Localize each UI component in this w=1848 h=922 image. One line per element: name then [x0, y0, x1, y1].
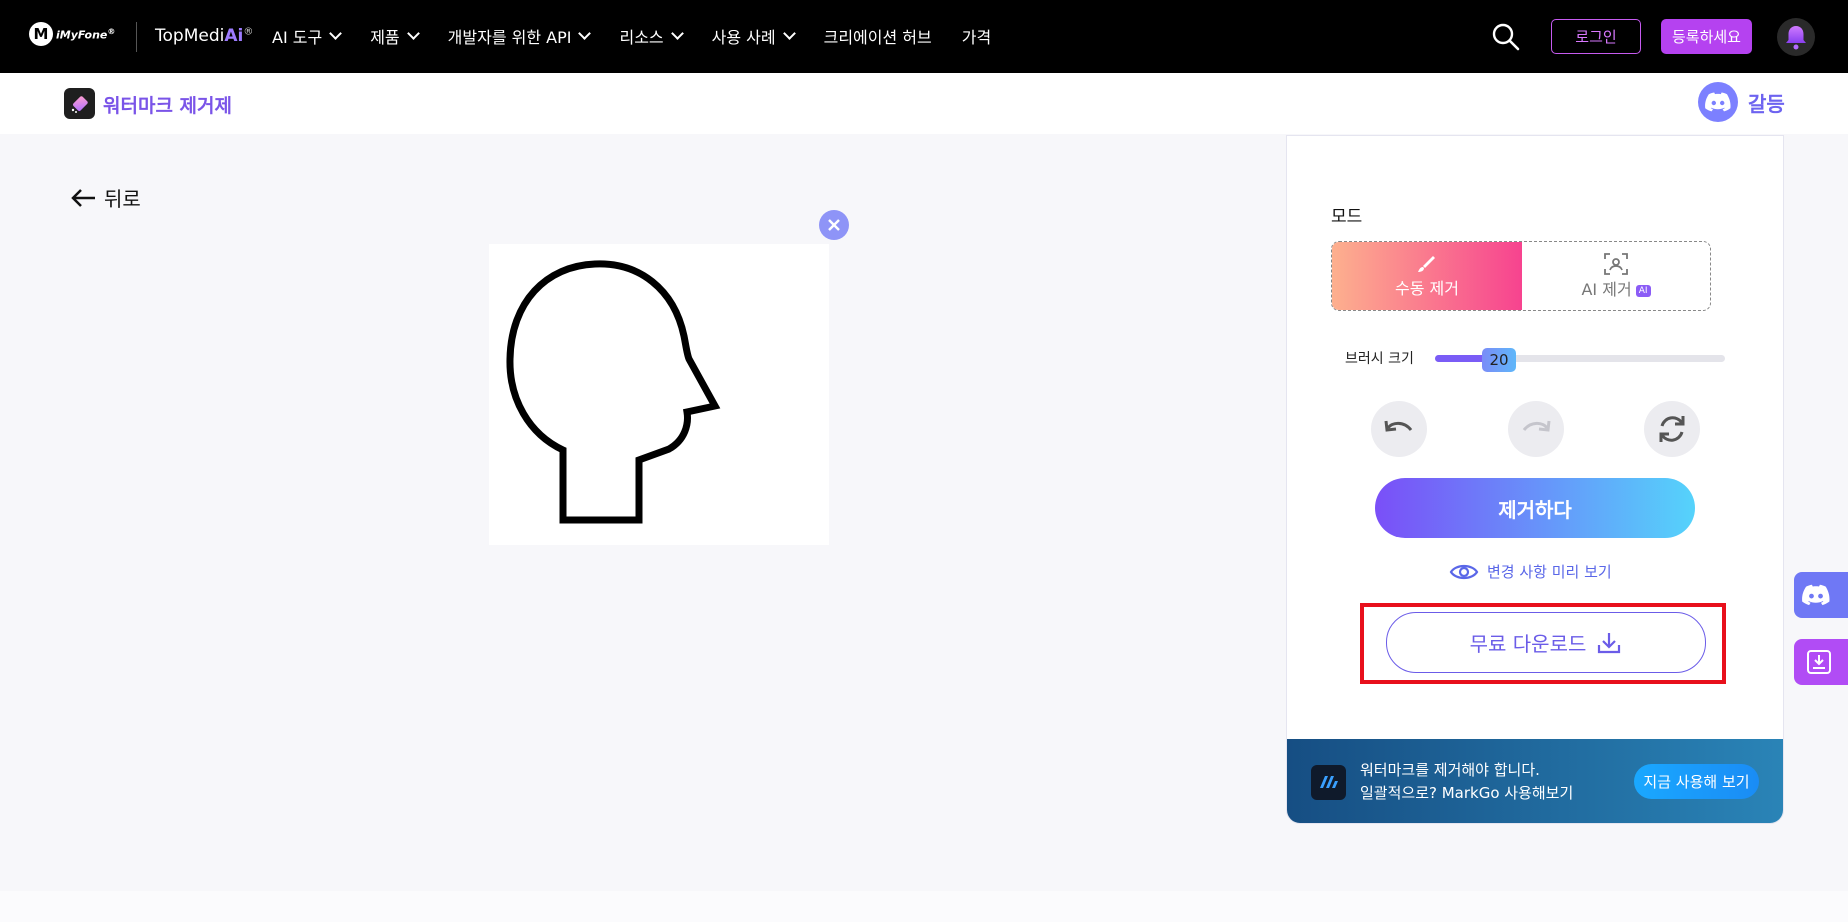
- bell-icon[interactable]: [1777, 18, 1815, 56]
- head-profile-image: [506, 260, 721, 524]
- discord-icon: [1802, 584, 1830, 606]
- arrow-left-icon: [71, 188, 95, 207]
- tool-title: 워터마크 제거제: [103, 95, 232, 117]
- mode-manual-label: 수동 제거: [1395, 279, 1459, 298]
- preview-label: 변경 사항 미리 보기: [1487, 563, 1612, 581]
- mode-label: 모드: [1331, 207, 1363, 227]
- menu-ai-tools[interactable]: AI 도구: [272, 24, 343, 48]
- menu-products[interactable]: 제품: [370, 24, 420, 48]
- free-download-button[interactable]: 무료 다운로드: [1386, 612, 1706, 673]
- menu-creation-hub[interactable]: 크리에이션 허브: [824, 24, 932, 48]
- promo-text: 워터마크를 제거해야 합니다. 일괄적으로? MarkGo 사용해보기: [1360, 759, 1573, 805]
- close-icon: [828, 219, 840, 231]
- promo-line-1: 워터마크를 제거해야 합니다.: [1360, 761, 1540, 779]
- main-menu: AI 도구 제품 개발자를 위한 API 리소스 사용 사례 크리에이션 허브 …: [272, 24, 1021, 48]
- menu-pricing[interactable]: 가격: [962, 24, 991, 48]
- top-navigation: M iMyFone® TopMediAi® AI 도구 제품 개발자를 위한 A…: [0, 0, 1848, 73]
- imyfone-logo[interactable]: M iMyFone®: [29, 22, 115, 46]
- redo-icon: [1522, 420, 1551, 432]
- menu-use-cases[interactable]: 사용 사례: [712, 24, 796, 48]
- ai-scan-icon: [1604, 253, 1628, 275]
- remove-button[interactable]: 제거하다: [1375, 478, 1695, 538]
- discord-icon: [1698, 82, 1738, 122]
- page-bottom: [0, 891, 1848, 922]
- markgo-promo-banner: 워터마크를 제거해야 합니다. 일괄적으로? MarkGo 사용해보기 지금 사…: [1287, 739, 1783, 823]
- search-icon[interactable]: [1491, 22, 1521, 52]
- edit-panel: 모드 수동 제거 AI 제거 AI 브러시 크기 20 제거하다 변경 사항 미리…: [1286, 135, 1784, 824]
- chevron-down-icon: [406, 27, 420, 40]
- side-download-button[interactable]: [1794, 639, 1848, 685]
- undo-button[interactable]: [1371, 401, 1427, 457]
- eraser-icon: [64, 88, 95, 119]
- download-label: 무료 다운로드: [1469, 632, 1587, 656]
- tool-header: 워터마크 제거제 갈등: [0, 73, 1848, 134]
- brush-icon: [1418, 256, 1435, 272]
- redo-button[interactable]: [1508, 401, 1564, 457]
- brush-size-slider[interactable]: [1435, 355, 1725, 362]
- chevron-down-icon: [578, 27, 592, 40]
- discord-community-link[interactable]: 갈등: [1698, 82, 1785, 122]
- uploaded-image-canvas[interactable]: [489, 244, 829, 545]
- chevron-down-icon: [329, 27, 343, 40]
- mode-manual-removal[interactable]: 수동 제거: [1332, 242, 1522, 310]
- download-icon: [1598, 632, 1621, 653]
- back-label: 뒤로: [104, 187, 141, 211]
- side-discord-button[interactable]: [1794, 572, 1848, 618]
- signup-button[interactable]: 등록하세요: [1661, 19, 1752, 54]
- refresh-icon: [1659, 416, 1685, 442]
- topmediai-logo[interactable]: TopMediAi®: [155, 26, 253, 46]
- chevron-down-icon: [670, 27, 684, 40]
- markgo-logo-icon: [1311, 764, 1346, 800]
- preview-changes-link[interactable]: 변경 사항 미리 보기: [1449, 561, 1612, 582]
- community-label: 갈등: [1748, 91, 1785, 116]
- mode-ai-label: AI 제거 AI: [1581, 276, 1651, 300]
- eye-icon: [1449, 564, 1479, 579]
- menu-developer-api[interactable]: 개발자를 위한 API: [448, 24, 592, 48]
- menu-resources[interactable]: 리소스: [619, 24, 684, 48]
- imyfone-logo-icon: M: [29, 22, 53, 46]
- nav-divider: [136, 22, 137, 52]
- mode-selector: 수동 제거 AI 제거 AI: [1331, 241, 1711, 311]
- reset-button[interactable]: [1644, 401, 1700, 457]
- brand-name: iMyFone®: [56, 26, 116, 42]
- ai-badge: AI: [1635, 284, 1651, 297]
- promo-line-2: 일괄적으로? MarkGo 사용해보기: [1360, 784, 1574, 802]
- login-button[interactable]: 로그인: [1551, 19, 1641, 54]
- close-image-button[interactable]: [819, 210, 849, 240]
- back-link[interactable]: 뒤로: [70, 183, 141, 212]
- download-box-icon: [1807, 650, 1831, 674]
- brush-size-label: 브러시 크기: [1345, 351, 1414, 367]
- mode-ai-removal[interactable]: AI 제거 AI: [1522, 242, 1710, 310]
- try-now-button[interactable]: 지금 사용해 보기: [1634, 764, 1759, 799]
- brush-size-thumb[interactable]: 20: [1482, 348, 1516, 372]
- undo-icon: [1384, 420, 1413, 432]
- chevron-down-icon: [782, 27, 796, 40]
